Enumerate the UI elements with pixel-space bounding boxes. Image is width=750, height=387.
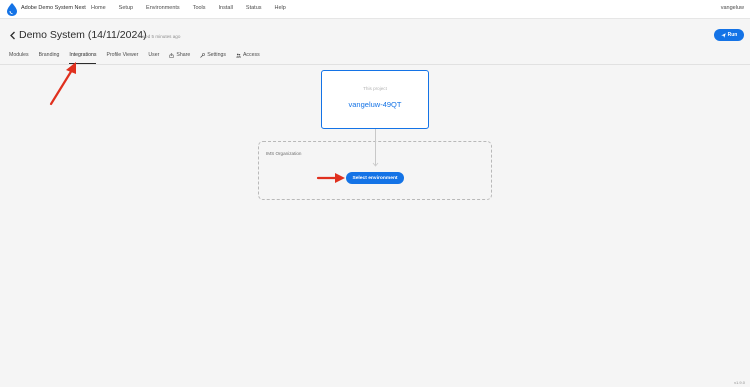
tab-branding[interactable]: Branding	[39, 52, 60, 64]
nav-setup[interactable]: Setup	[119, 5, 133, 11]
tab-label: User	[148, 52, 160, 58]
arrow-down-icon	[372, 162, 379, 167]
send-icon	[720, 32, 726, 38]
tab-modules[interactable]: Modules	[9, 52, 29, 64]
app-title[interactable]: Adobe Demo System Next	[21, 5, 86, 11]
nav-tools[interactable]: Tools	[193, 5, 206, 11]
top-bar: Adobe Demo System Next Home Setup Enviro…	[0, 0, 750, 19]
ims-organization-label: IMS Organization	[266, 151, 302, 156]
tab-profile-viewer[interactable]: Profile Viewer	[106, 52, 138, 64]
tab-label: Share	[176, 52, 191, 58]
run-button-label: Run	[727, 32, 738, 38]
nav-install[interactable]: Install	[219, 5, 233, 11]
nav-environments[interactable]: Environments	[146, 5, 180, 11]
nav-help[interactable]: Help	[275, 5, 286, 11]
page-title: Demo System (14/11/2024)	[19, 29, 147, 41]
tab-user[interactable]: User	[148, 52, 159, 64]
annotation-arrow-integrations	[49, 62, 76, 106]
users-icon	[236, 53, 241, 57]
top-navigation: Home Setup Environments Tools Install St…	[91, 5, 299, 11]
share-icon	[169, 52, 174, 58]
app-version: v1.9.0	[734, 380, 745, 385]
tab-bar: Modules Branding Integrations Profile Vi…	[9, 52, 270, 64]
tab-share[interactable]: Share	[169, 52, 190, 64]
tab-label: Branding	[38, 52, 60, 58]
nav-home[interactable]: Home	[91, 5, 106, 11]
run-button[interactable]: Run	[714, 29, 744, 41]
project-name: vangeluw-49QT	[348, 100, 402, 109]
project-card[interactable]: This project vangeluw-49QT	[321, 70, 429, 129]
tab-settings[interactable]: Settings	[200, 52, 226, 64]
tab-access[interactable]: Access	[236, 52, 260, 64]
tab-integrations[interactable]: Integrations	[69, 52, 97, 64]
user-menu[interactable]: vangeluw	[721, 5, 744, 11]
select-environment-button[interactable]: Select environment	[346, 172, 404, 184]
wrench-icon	[200, 52, 206, 58]
tab-label: Access	[242, 52, 260, 58]
tab-label: Modules	[9, 52, 29, 58]
nav-status[interactable]: Status	[246, 5, 262, 11]
tab-label: Profile Viewer	[106, 52, 139, 58]
app-logo-icon[interactable]	[6, 3, 18, 16]
project-label: This project	[363, 86, 387, 91]
tab-label: Integrations	[69, 52, 97, 58]
chevron-left-icon[interactable]	[9, 31, 17, 40]
saved-status: saved 5 minutes ago	[138, 34, 181, 39]
tab-label: Settings	[207, 52, 226, 58]
connector-line	[375, 129, 376, 165]
